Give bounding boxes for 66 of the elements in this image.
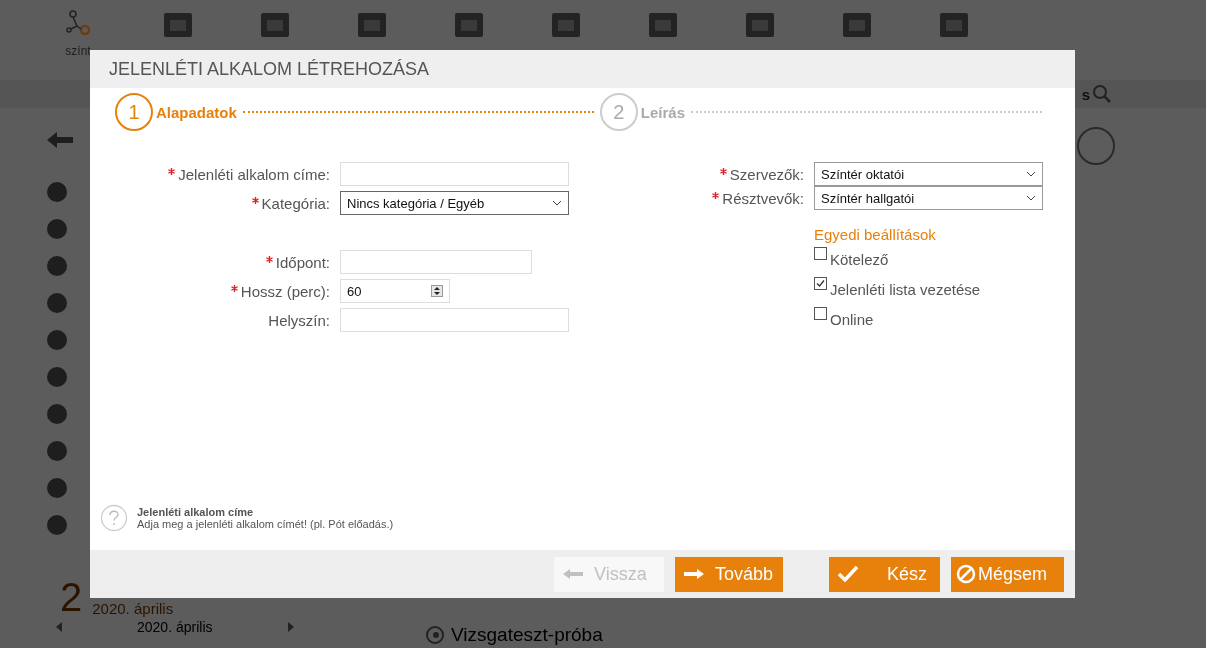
field-label: Résztvevők:: [722, 189, 804, 207]
next-icon[interactable]: [286, 622, 295, 632]
toolbar-tool-icon[interactable]: [258, 10, 292, 40]
caret-icon: [1026, 171, 1036, 177]
left-arrow-icon: [562, 568, 584, 580]
help-icon[interactable]: [1076, 126, 1116, 166]
field-label: Kategória:: [261, 194, 330, 212]
checkbox-label[interactable]: Kötelező: [830, 251, 889, 268]
checkbox[interactable]: [814, 247, 827, 260]
field-label: Jelenléti alkalom címe:: [178, 165, 330, 183]
toolbar-tool-icon[interactable]: [937, 10, 971, 40]
cancel-button[interactable]: Mégsem: [951, 556, 1064, 592]
dropdown[interactable]: Színtér oktatói: [814, 162, 1043, 186]
field-label: Időpont:: [275, 253, 330, 271]
toolbar-tool-icon[interactable]: [452, 10, 486, 40]
toolbar-tool-icon[interactable]: [161, 10, 195, 40]
toolbar-label[interactable]: színt: [65, 44, 91, 58]
help-title: Jelenléti alkalom címe: [137, 506, 255, 518]
month-label: 2020. április: [137, 619, 213, 635]
toolbar-tool-icon[interactable]: [840, 10, 874, 40]
checkbox-label[interactable]: Online: [830, 311, 874, 328]
search-label: s: [1081, 85, 1090, 103]
required-icon: [251, 196, 259, 204]
toolbar-tool-icon[interactable]: [549, 10, 583, 40]
text-field[interactable]: [340, 308, 569, 332]
wizard-step[interactable]: 2 Leírás: [599, 93, 686, 131]
toolbar-tool-icon[interactable]: [743, 10, 777, 40]
required-icon: [712, 191, 720, 199]
field-label: Szervezők:: [729, 165, 804, 183]
field-label: Hossz (perc):: [240, 282, 330, 300]
toolbar-tool-icon[interactable]: [646, 10, 680, 40]
field-label: Helyszín:: [268, 311, 330, 329]
number-field[interactable]: 60: [340, 279, 450, 303]
event-title[interactable]: Vizsgateszt-próba: [451, 624, 603, 646]
right-arrow-icon: [683, 568, 705, 580]
section-heading: Egyedi beállítások: [814, 226, 937, 243]
spinner-icon[interactable]: [431, 285, 443, 297]
search-icon[interactable]: [1092, 84, 1112, 104]
caret-icon: [552, 200, 562, 206]
checkbox[interactable]: [814, 277, 827, 290]
datetime-field[interactable]: [340, 250, 532, 274]
dialog-title: JELENLÉTI ALKALOM LÉTREHOZÁSA: [90, 50, 1075, 88]
required-icon: [265, 255, 273, 263]
network-icon[interactable]: [65, 10, 91, 36]
previous-icon[interactable]: [55, 622, 63, 632]
back-arrow-icon[interactable]: [45, 130, 75, 150]
eye-icon: [425, 625, 445, 645]
required-icon: [719, 167, 727, 175]
day-number: 2: [60, 577, 83, 617]
done-button[interactable]: Kész: [829, 556, 940, 592]
help-text: Adja meg a jelenléti alkalom címét! (pl. Pót előadás.): [137, 518, 394, 530]
required-icon: [168, 167, 176, 175]
help-icon: [100, 504, 128, 532]
checkbox-label[interactable]: Jelenléti lista vezetése: [830, 281, 981, 298]
checkmark-icon: [837, 565, 859, 583]
wizard-step[interactable]: 1 Alapadatok: [115, 93, 237, 131]
next-button[interactable]: Tovább: [675, 556, 783, 592]
month-heading: 2020. április: [92, 600, 174, 617]
dropdown[interactable]: Színtér hallgatói: [814, 186, 1043, 210]
text-field[interactable]: [340, 162, 569, 186]
prohibited-icon: [956, 564, 976, 584]
toolbar-tool-icon[interactable]: [355, 10, 389, 40]
checkbox[interactable]: [814, 307, 827, 320]
dropdown[interactable]: Nincs kategória / Egyéb: [340, 191, 569, 215]
required-icon: [230, 284, 238, 292]
caret-icon: [1026, 195, 1036, 201]
